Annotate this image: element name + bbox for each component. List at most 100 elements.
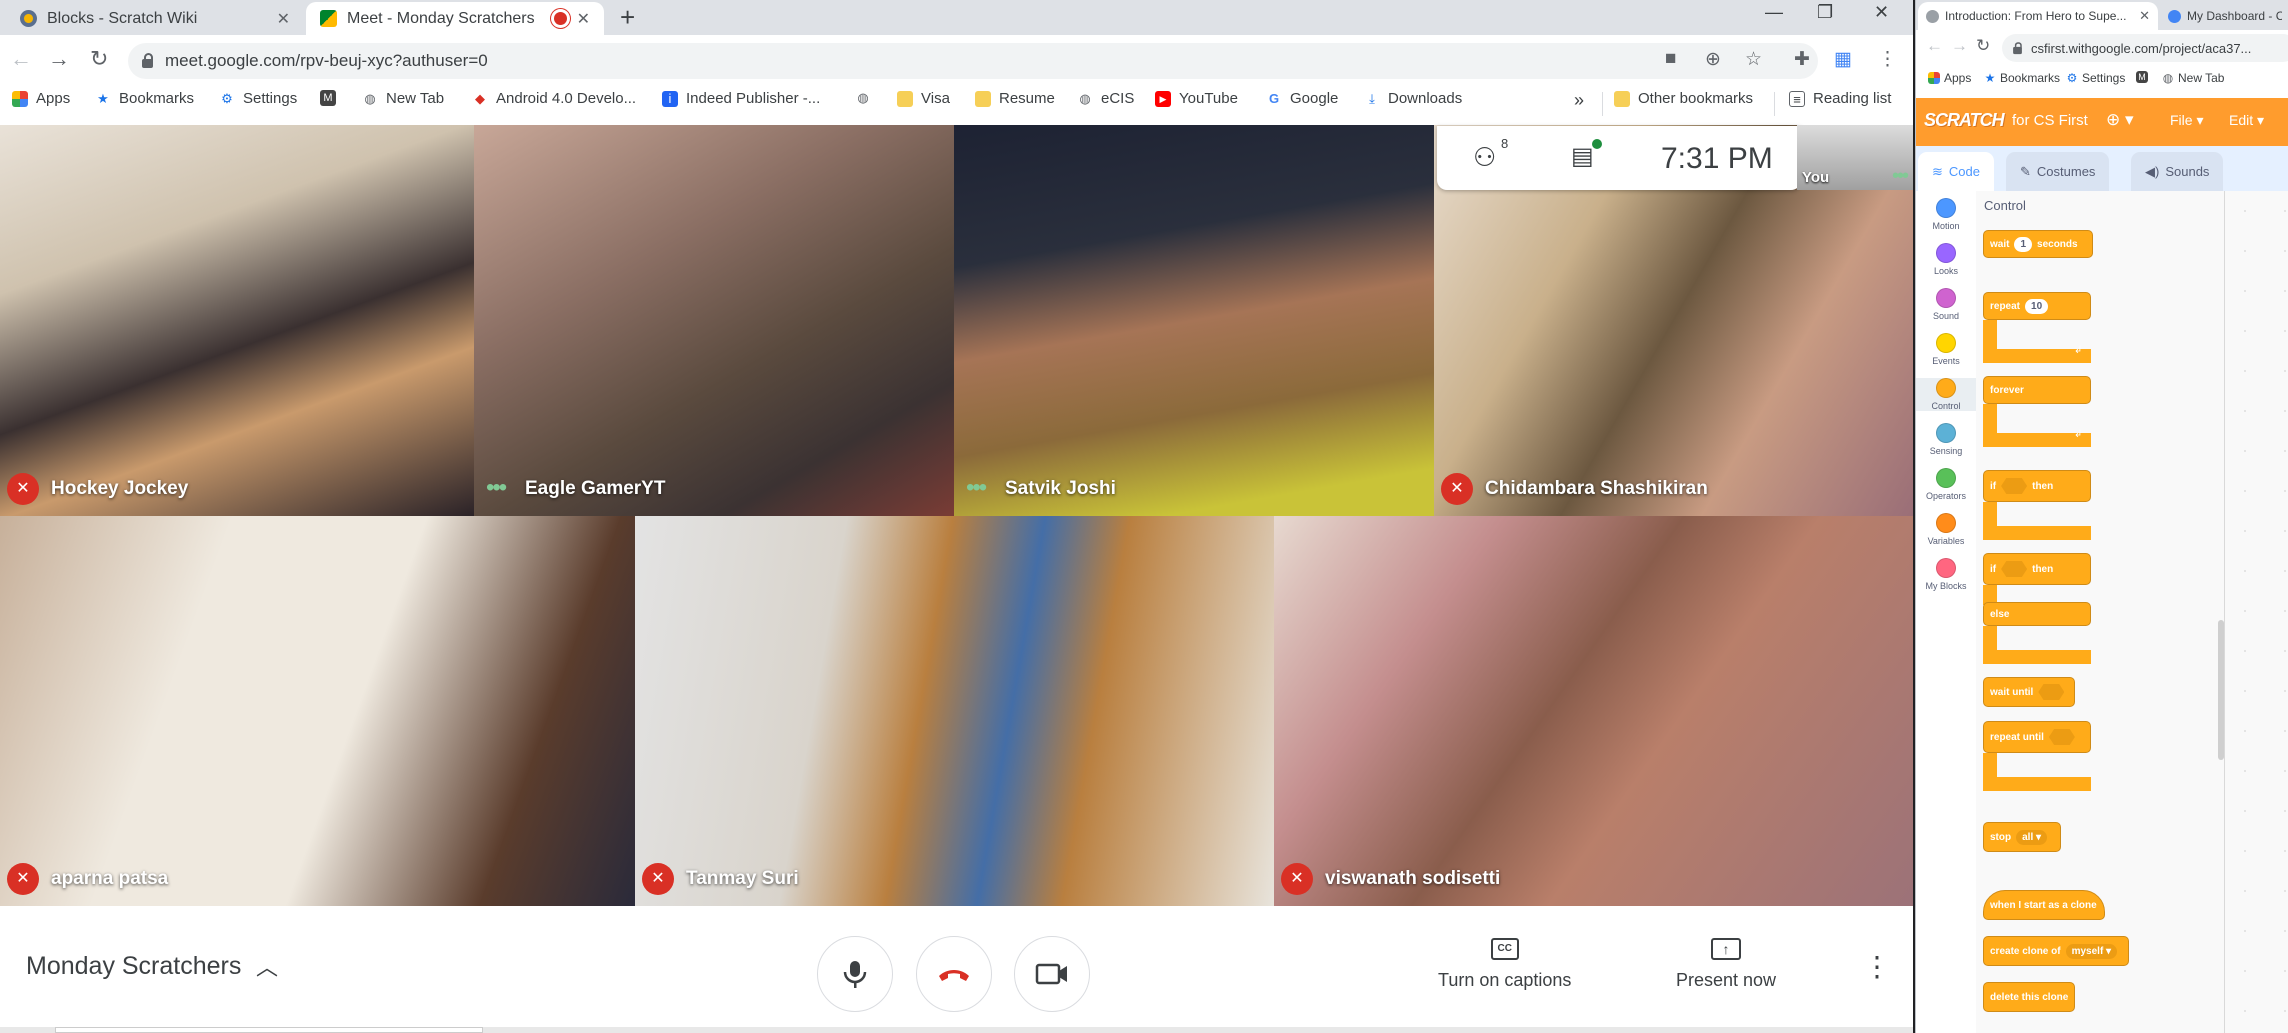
bookmark-ecis[interactable]: ◍ eCIS (1077, 90, 1134, 107)
bookmark-new-tab[interactable]: ◍ New Tab (362, 90, 444, 107)
forward-icon[interactable]: → (48, 46, 70, 72)
people-icon[interactable]: ⚇ (1473, 142, 1496, 173)
block-when-i-start-as-clone[interactable]: when I start as a clone (1983, 890, 2105, 920)
extensions-icon[interactable]: ✚ (1794, 48, 1810, 71)
stop-dropdown[interactable]: all ▾ (2016, 829, 2048, 845)
self-view-tile[interactable]: You ••• (1797, 125, 1913, 190)
category-variables[interactable]: Variables (1916, 513, 1976, 546)
tab-costumes[interactable]: ✎ Costumes (2006, 152, 2110, 191)
video-tile[interactable]: ••• Satvik Joshi (954, 125, 1434, 516)
category-looks[interactable]: Looks (1916, 243, 1976, 276)
camera-indicator-icon[interactable]: ■ (1665, 48, 1676, 70)
category-control[interactable]: Control (1916, 378, 1976, 411)
bookmark-bookmarks[interactable]: ★ Bookmarks (95, 90, 194, 107)
camera-button[interactable] (1014, 936, 1090, 1012)
minimize-icon[interactable]: — (1765, 2, 1783, 23)
chevron-up-icon[interactable]: ︿ (256, 950, 278, 982)
close-tab-icon[interactable]: ✕ (2139, 8, 2150, 24)
bookmark-other[interactable]: Other bookmarks (1614, 90, 1753, 107)
bookmark-youtube[interactable]: ▶ YouTube (1155, 90, 1238, 107)
menu-icon[interactable]: ⋮ (1878, 48, 1897, 71)
more-options-icon[interactable]: ••• (1892, 165, 1909, 188)
back-icon[interactable]: ← (1926, 36, 1943, 56)
bookmark-settings[interactable]: ⚙ Settings (219, 90, 297, 107)
tab-cs-first-intro[interactable]: Introduction: From Hero to Supe... ✕ (1918, 2, 2158, 30)
boolean-slot[interactable] (2001, 561, 2028, 577)
close-tab-icon[interactable]: ✕ (577, 9, 590, 29)
category-sensing[interactable]: Sensing (1916, 423, 1976, 456)
boolean-slot[interactable] (2001, 478, 2028, 494)
block-repeat-until[interactable]: repeat until (1983, 721, 2091, 753)
address-bar[interactable]: meet.google.com/rpv-beuj-xyc?authuser=0 (128, 43, 1818, 79)
bookmark-apps[interactable]: Apps (12, 90, 70, 107)
reload-icon[interactable]: ↻ (90, 46, 108, 72)
edit-menu[interactable]: Edit ▾ (2229, 112, 2264, 129)
bookmark-gmail-icon-only[interactable]: M (2136, 71, 2148, 83)
language-globe-icon[interactable]: ⊕ ▾ (2106, 110, 2134, 130)
block-wait-seconds[interactable]: wait 1 seconds (1983, 230, 2093, 258)
more-options-icon[interactable]: ••• (966, 476, 987, 500)
captions-button[interactable]: CC Turn on captions (1438, 938, 1571, 991)
meeting-name[interactable]: Monday Scratchers (26, 952, 241, 981)
category-my-blocks[interactable]: My Blocks (1916, 558, 1976, 591)
back-icon[interactable]: ← (10, 46, 32, 72)
bookmark-apps[interactable]: Apps (1928, 71, 1971, 85)
extension-grid-icon[interactable]: ▦ (1834, 48, 1852, 71)
palette-scrollbar[interactable] (2218, 620, 2224, 760)
block-wait-until[interactable]: wait until (1983, 677, 2075, 707)
more-options-icon[interactable]: ••• (486, 476, 507, 500)
close-window-icon[interactable]: ✕ (1874, 2, 1889, 23)
leave-call-button[interactable] (916, 936, 992, 1012)
bookmark-visa[interactable]: Visa (897, 90, 950, 107)
video-tile[interactable]: ✕ aparna patsa (0, 516, 635, 906)
tab-dashboard[interactable]: My Dashboard - C... (2160, 2, 2288, 30)
bookmark-settings[interactable]: ⚙ Settings (2066, 71, 2126, 85)
clone-dropdown[interactable]: myself ▾ (2065, 943, 2118, 959)
zoom-icon[interactable]: ⊕ (1705, 48, 1721, 71)
reading-list[interactable]: ≡ Reading list (1789, 90, 1891, 107)
bookmark-indeed[interactable]: i Indeed Publisher -... (662, 90, 820, 107)
forward-icon[interactable]: → (1951, 36, 1968, 56)
reload-icon[interactable]: ↻ (1976, 36, 1990, 56)
restore-icon[interactable]: ❐ (1817, 2, 1833, 23)
block-repeat[interactable]: repeat 10 (1983, 292, 2091, 320)
tab-sounds[interactable]: ◀) Sounds (2131, 152, 2224, 191)
microphone-button[interactable] (817, 936, 893, 1012)
video-tile[interactable]: ✕ Hockey Jockey (0, 125, 474, 516)
video-tile[interactable]: ••• Eagle GamerYT (474, 125, 954, 516)
block-if-else[interactable]: if then (1983, 553, 2091, 585)
video-tile[interactable]: ✕ viswanath sodisetti (1274, 516, 1913, 906)
more-options-icon[interactable]: ⋮ (1863, 950, 1891, 983)
category-operators[interactable]: Operators (1916, 468, 1976, 501)
boolean-slot[interactable] (2038, 684, 2065, 700)
file-menu[interactable]: File ▾ (2170, 112, 2203, 129)
bookmark-google[interactable]: G Google (1266, 90, 1338, 107)
block-input[interactable]: 1 (2014, 236, 2033, 252)
bookmark-star-icon[interactable]: ☆ (1745, 48, 1762, 71)
bookmark-resume[interactable]: Resume (975, 90, 1055, 107)
bookmark-globe[interactable]: ◍ (855, 90, 871, 106)
bookmark-new-tab[interactable]: ◍ New Tab (2162, 71, 2225, 85)
category-motion[interactable]: Motion (1916, 198, 1976, 231)
new-tab-icon[interactable]: + (620, 2, 635, 33)
code-area[interactable] (2225, 191, 2288, 1033)
present-now-button[interactable]: ↑ Present now (1676, 938, 1776, 991)
category-events[interactable]: Events (1916, 333, 1976, 366)
bookmark-gmail-icon-only[interactable]: M (320, 90, 336, 106)
block-forever[interactable]: forever (1983, 376, 2091, 404)
scratch-logo[interactable]: SCRATCH (1924, 110, 2005, 131)
boolean-slot[interactable] (2048, 729, 2075, 745)
block-if-then[interactable]: if then (1983, 470, 2091, 502)
chat-icon[interactable]: ▤ (1571, 142, 1594, 171)
bookmark-android[interactable]: ◆ Android 4.0 Develo... (472, 90, 636, 107)
bookmarks-overflow-icon[interactable]: » (1574, 90, 1584, 111)
close-tab-icon[interactable]: ✕ (277, 9, 290, 29)
tab-code[interactable]: ≋ Code (1918, 152, 1994, 191)
block-delete-clone[interactable]: delete this clone (1983, 982, 2075, 1012)
bookmark-downloads[interactable]: ⤓ Downloads (1364, 90, 1462, 107)
tab-meet[interactable]: Meet - Monday Scratchers ✕ (306, 2, 604, 35)
block-input[interactable]: 10 (2025, 298, 2049, 314)
category-sound[interactable]: Sound (1916, 288, 1976, 321)
tab-scratch-wiki[interactable]: Blocks - Scratch Wiki ✕ (6, 2, 304, 35)
video-tile[interactable]: ✕ Tanmay Suri (635, 516, 1274, 906)
